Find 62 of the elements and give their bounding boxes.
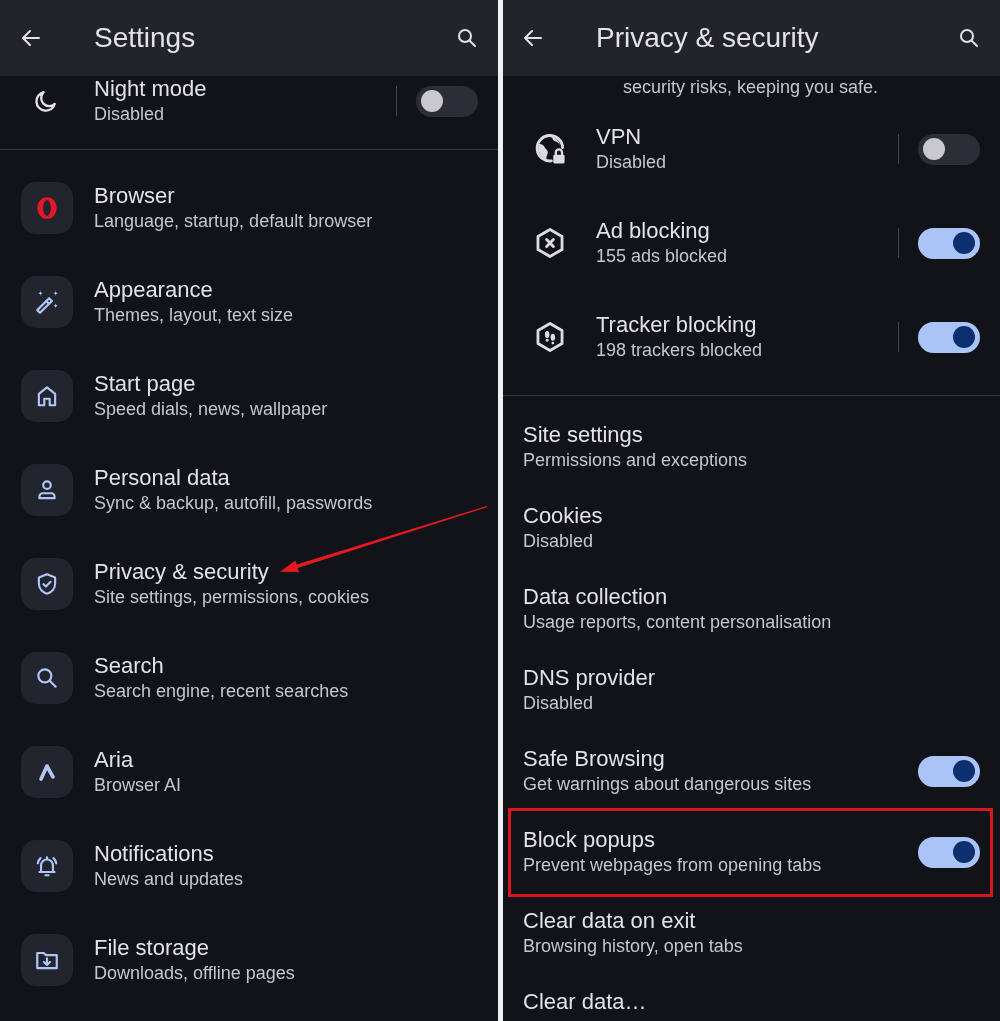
item-title[interactable]: Clear data on exit [523, 908, 696, 934]
chevron-logo-icon [21, 746, 73, 798]
item-subtitle: 155 ads blocked [596, 245, 728, 268]
screen-title: Privacy & security [596, 21, 819, 55]
search-icon[interactable] [957, 26, 981, 50]
item-title[interactable]: Search [94, 653, 164, 679]
item-subtitle: Browser AI [94, 774, 182, 797]
item-subtitle: Prevent webpages from opening tabs [523, 854, 822, 877]
item-title[interactable]: Notifications [94, 841, 214, 867]
item-title[interactable]: Clear data… [523, 989, 647, 1015]
item-title[interactable]: Tracker blocking [596, 312, 757, 338]
item-title[interactable]: Safe Browsing [523, 746, 665, 772]
item-subtitle: Usage reports, content personalisation [523, 611, 832, 634]
item-subtitle: Get warnings about dangerous sites [523, 773, 812, 796]
item-title[interactable]: Cookies [523, 503, 603, 529]
ring-logo-icon [21, 182, 73, 234]
toggle-switch[interactable] [416, 85, 478, 117]
item-title[interactable]: Aria [94, 747, 134, 773]
item-title[interactable]: Block popups [523, 827, 656, 853]
item-subtitle: Downloads, offline pages [94, 962, 295, 985]
item-title[interactable]: Night mode [94, 76, 207, 102]
shield-check-icon [21, 558, 73, 610]
item-title[interactable]: Site settings [523, 422, 643, 448]
item-title[interactable]: Ad blocking [596, 218, 710, 244]
item-title[interactable]: Start page [94, 371, 196, 397]
item-subtitle: Disabled [596, 151, 667, 174]
item-title[interactable]: Data collection [523, 584, 668, 610]
search-icon[interactable] [455, 26, 479, 50]
magic-wand-icon [21, 276, 73, 328]
globe-lock-icon [533, 132, 567, 166]
search-icon [21, 652, 73, 704]
item-subtitle: Site settings, permissions, cookies [94, 586, 370, 609]
item-subtitle: Disabled [523, 530, 594, 553]
item-title[interactable]: File storage [94, 935, 209, 961]
toggle-switch[interactable] [918, 321, 980, 353]
item-subtitle: News and updates [94, 868, 244, 891]
toggle-switch[interactable] [918, 836, 980, 868]
item-title[interactable]: VPN [596, 124, 642, 150]
item-subtitle: Search engine, recent searches [94, 680, 349, 703]
toggle-switch[interactable] [918, 755, 980, 787]
item-subtitle: Speed dials, news, wallpaper [94, 398, 328, 421]
ringing-bell-icon [21, 840, 73, 892]
item-subtitle: Themes, layout, text size [94, 304, 294, 327]
item-subtitle: Disabled [94, 103, 165, 126]
house-icon [21, 370, 73, 422]
item-subtitle: 198 trackers blocked [596, 339, 763, 362]
item-title[interactable]: DNS provider [523, 665, 656, 691]
item-subtitle: Disabled [523, 692, 594, 715]
item-title[interactable]: Privacy & security [94, 559, 269, 585]
item-subtitle: Permissions and exceptions [523, 449, 748, 472]
item-title[interactable]: Personal data [94, 465, 230, 491]
person-icon [21, 464, 73, 516]
toggle-switch[interactable] [918, 227, 980, 259]
item-title[interactable]: Appearance [94, 277, 213, 303]
toggle-switch[interactable] [918, 133, 980, 165]
item-title[interactable]: Browser [94, 183, 175, 209]
item-subtitle: Browsing history, open tabs [523, 935, 743, 958]
description-text: security risks, keeping you safe. [623, 76, 879, 98]
folder-download-icon [21, 934, 73, 986]
item-subtitle: Sync & backup, autofill, passwords [94, 492, 373, 515]
screen-title: Settings [94, 21, 196, 55]
item-subtitle: Language, startup, default browser [94, 210, 373, 233]
